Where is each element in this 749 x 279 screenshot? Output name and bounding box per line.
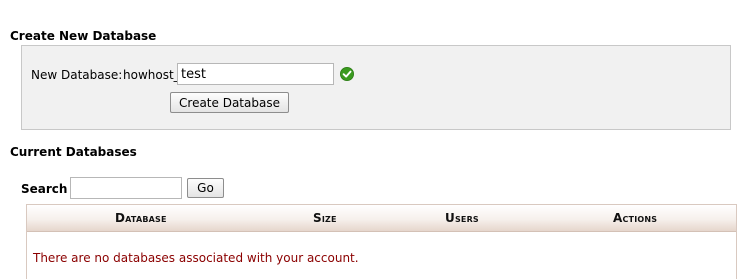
new-database-label: New Database:: [31, 68, 123, 82]
empty-table-message: There are no databases associated with y…: [33, 251, 359, 265]
current-databases-heading: Current Databases: [10, 145, 137, 159]
table-header-row: Database Size Users Actions: [27, 205, 736, 232]
create-database-button[interactable]: Create Database: [170, 92, 289, 113]
database-prefix: howhost_: [123, 68, 180, 82]
new-database-input[interactable]: [177, 63, 334, 85]
search-label: Search: [21, 182, 68, 196]
create-database-panel: New Database: howhost_ Create Database: [21, 45, 731, 130]
column-header-size[interactable]: Size: [313, 211, 337, 225]
mysql-databases-page: Create New Database New Database: howhos…: [0, 0, 749, 279]
search-input[interactable]: [70, 177, 182, 199]
databases-table: Database Size Users Actions There are no…: [26, 204, 737, 279]
check-circle-icon: [340, 67, 354, 81]
column-header-actions: Actions: [613, 211, 658, 225]
go-button[interactable]: Go: [187, 178, 224, 198]
create-database-heading: Create New Database: [10, 29, 157, 43]
column-header-users[interactable]: Users: [445, 211, 479, 225]
column-header-database[interactable]: Database: [115, 211, 167, 225]
